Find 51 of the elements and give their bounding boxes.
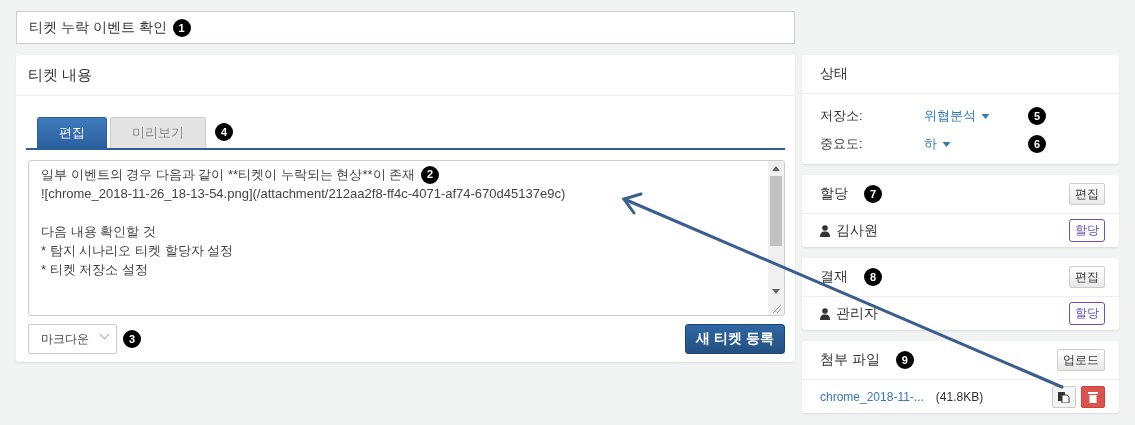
dropdown-link[interactable]: 하 bbox=[924, 135, 1022, 153]
scroll-up-icon[interactable] bbox=[772, 166, 780, 171]
submit-button[interactable]: 새 티켓 등록 bbox=[685, 324, 785, 354]
panel-title: 첨부 파일 bbox=[820, 351, 880, 369]
editor-line: * 탐지 시나리오 티켓 할당자 설정 bbox=[41, 242, 234, 260]
person-icon bbox=[820, 224, 830, 237]
editor-line: * 티켓 저장소 설정 bbox=[41, 261, 148, 279]
file-link[interactable]: chrome_2018-11-... bbox=[820, 389, 924, 404]
number-marker: 9 bbox=[895, 351, 914, 369]
copy-icon bbox=[1058, 390, 1070, 403]
caret-icon bbox=[942, 141, 951, 147]
number-marker: 4 bbox=[215, 123, 233, 141]
copy-button[interactable] bbox=[1052, 385, 1076, 408]
edit-button[interactable]: 편집 bbox=[1069, 266, 1105, 288]
trash-icon bbox=[1088, 390, 1098, 403]
number-marker: 5 bbox=[1028, 107, 1046, 125]
title-field[interactable]: 티켓 누락 이벤트 확인 1 bbox=[16, 11, 795, 44]
number-marker: 3 bbox=[123, 330, 141, 348]
editor-line: 일부 이벤트의 경우 다음과 같이 **티켓이 누락되는 현상**이 존재 bbox=[41, 166, 416, 184]
chevron-down-icon bbox=[99, 332, 110, 340]
scroll-down-icon[interactable] bbox=[772, 289, 780, 294]
editor-field[interactable]: 일부 이벤트의 경우 다음과 같이 **티켓이 누락되는 현상**이 존재 2 ![chrome_2018-11-26_18-13-54.png](/attachment/212aa2f8-ff4c-4071-af74-670d45137e9c) 다음 내용 확인할 것 * 탐지 시나리오 티켓 할당자 설정 * 티켓 저장소 설정 bbox=[28, 160, 785, 316]
number-marker: 8 bbox=[864, 268, 882, 286]
panel-title: 상태 bbox=[820, 65, 848, 83]
format-select[interactable]: 마크다운 bbox=[28, 324, 117, 354]
caret-icon bbox=[981, 113, 990, 119]
delete-button[interactable] bbox=[1081, 385, 1105, 408]
dropdown-link[interactable]: 위협분석 bbox=[924, 107, 1022, 125]
number-marker: 2 bbox=[421, 165, 440, 184]
panel-title: 결재 bbox=[820, 268, 848, 286]
resize-grip-icon[interactable] bbox=[771, 303, 781, 313]
person-icon bbox=[820, 307, 830, 320]
file-size: (41.8KB) bbox=[935, 389, 984, 404]
edit-button[interactable]: 편집 bbox=[1069, 183, 1105, 205]
panel-title: 티켓 내용 bbox=[28, 65, 93, 85]
scroll-thumb[interactable] bbox=[770, 176, 782, 246]
field-label: 중요도: bbox=[820, 135, 864, 153]
field-label: 저장소: bbox=[820, 107, 864, 125]
tab[interactable]: 편집 bbox=[37, 117, 107, 148]
assign-button[interactable]: 할당 bbox=[1069, 302, 1105, 325]
number-marker: 6 bbox=[1028, 135, 1046, 153]
number-marker: 1 bbox=[172, 18, 191, 37]
person-name: 관리자 bbox=[836, 304, 878, 323]
number-marker: 7 bbox=[864, 185, 882, 203]
upload-button[interactable]: 업로드 bbox=[1057, 349, 1105, 371]
editor-line: 다음 내용 확인할 것 bbox=[41, 223, 156, 241]
panel-title: 할당 bbox=[820, 185, 848, 203]
scrollbar[interactable] bbox=[768, 161, 784, 315]
editor-line: ![chrome_2018-11-26_18-13-54.png](/attachment/212aa2f8-ff4c-4071-af74-670d45137e9c) bbox=[41, 185, 566, 203]
person-name: 김사원 bbox=[836, 221, 878, 240]
assign-button[interactable]: 할당 bbox=[1069, 219, 1105, 242]
